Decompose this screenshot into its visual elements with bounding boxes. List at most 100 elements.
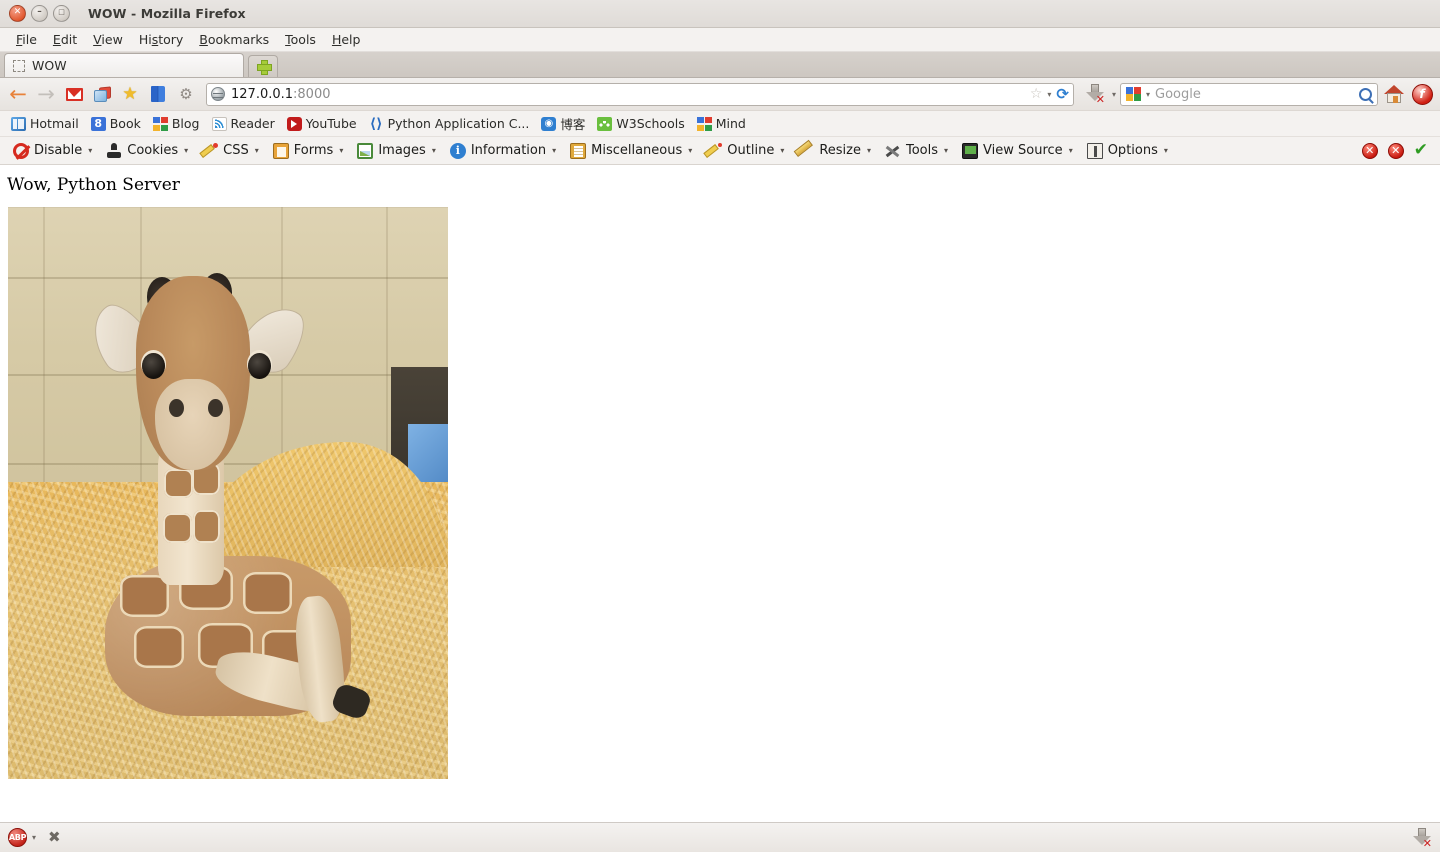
adblock-chevron-down-icon[interactable]: ▾	[32, 833, 36, 842]
settings-button[interactable]: ⚙	[174, 82, 198, 106]
view-source-icon	[962, 142, 979, 159]
devtool-forms[interactable]: Forms ▾	[266, 141, 351, 161]
hotmail-icon	[11, 116, 26, 131]
downloads-chevron-down-icon[interactable]: ▾	[1112, 90, 1116, 99]
close-window-button[interactable]: ✕	[9, 5, 26, 22]
adblock-plus-icon[interactable]: ABP	[8, 828, 27, 847]
menu-item-tools[interactable]: Tools	[277, 30, 324, 49]
search-engine-chevron-down-icon[interactable]: ▾	[1146, 90, 1150, 99]
devtool-images[interactable]: Images ▾	[350, 141, 443, 161]
bookmark-label: Book	[109, 116, 141, 131]
rss-reader-icon	[211, 116, 227, 131]
tab-wow[interactable]: WOW	[4, 53, 244, 77]
home-icon	[1384, 85, 1404, 103]
bookmark-blog-cn[interactable]: ◉ 博客	[536, 112, 590, 135]
bookmark-youtube[interactable]: YouTube	[282, 114, 362, 133]
search-bar[interactable]: ▾ Google	[1120, 82, 1378, 106]
gear-icon: ⚙	[179, 84, 193, 103]
devtool-miscellaneous[interactable]: Miscellaneous ▾	[563, 141, 699, 161]
devtool-label: CSS	[223, 143, 249, 158]
library-button[interactable]	[146, 82, 170, 106]
arrow-right-icon: →	[37, 81, 55, 106]
search-icon[interactable]	[1359, 87, 1372, 101]
chevron-down-icon[interactable]: ▾	[1047, 90, 1051, 99]
back-button[interactable]: ←	[6, 82, 30, 106]
devtool-tools[interactable]: Tools ▾	[878, 141, 955, 161]
forms-icon	[272, 142, 289, 159]
menu-item-view[interactable]: View	[85, 30, 131, 49]
menu-item-bookmarks[interactable]: Bookmarks	[191, 30, 277, 49]
bookmark-python-application[interactable]: ⟨⟩ Python Application C...	[364, 114, 535, 133]
bookmark-book[interactable]: 8 Book	[86, 114, 146, 133]
devtool-label: Resize	[819, 143, 861, 158]
devtool-status-group: ✕ ✕ ✔	[1361, 142, 1440, 159]
star-icon: ★	[122, 83, 138, 104]
home-button[interactable]	[1382, 82, 1406, 106]
mail-button[interactable]	[62, 82, 86, 106]
bookmark-hotmail[interactable]: Hotmail	[6, 114, 84, 133]
blog-cn-icon: ◉	[541, 116, 557, 131]
menu-item-edit[interactable]: Edit	[45, 30, 85, 49]
devtool-options[interactable]: Options ▾	[1080, 141, 1175, 161]
mail-icon	[65, 87, 83, 101]
bookmark-w3schools[interactable]: W3Schools	[592, 114, 689, 133]
page-title: Wow, Python Server	[7, 175, 180, 195]
bookmark-label: Blog	[171, 116, 200, 131]
google-blog-icon	[152, 116, 168, 131]
downloads-button[interactable]: ✕	[1082, 82, 1108, 106]
window-controls: ✕ – □	[9, 5, 70, 22]
chevron-down-icon: ▾	[88, 146, 93, 155]
css-error-icon[interactable]: ✕	[1387, 142, 1404, 159]
bookmark-mind[interactable]: Mind	[692, 114, 751, 133]
menu-file-rest: ile	[22, 32, 37, 47]
forward-button[interactable]: →	[34, 82, 58, 106]
devtool-label: Forms	[293, 143, 334, 158]
menu-item-help[interactable]: Help	[324, 30, 369, 49]
search-input[interactable]: Google	[1155, 87, 1354, 102]
page-content: Wow, Python Server	[0, 165, 1440, 822]
maximize-window-button[interactable]: □	[53, 5, 70, 22]
new-tab-button[interactable]	[248, 55, 278, 77]
css-icon	[202, 142, 219, 159]
book-icon	[151, 86, 165, 102]
devtool-label: Disable	[34, 143, 83, 158]
address-bar-actions: ☆ ▾ ⟳	[1030, 86, 1069, 102]
validation-ok-icon[interactable]: ✔	[1414, 142, 1428, 159]
html-error-icon[interactable]: ✕	[1361, 142, 1378, 159]
status-bar: ABP ▾ ✖ ✕	[0, 822, 1440, 852]
devtool-label: View Source	[983, 143, 1063, 158]
close-notification-icon[interactable]: ✖	[48, 830, 61, 845]
devtool-information[interactable]: i Information ▾	[443, 141, 563, 161]
rss-button[interactable]	[90, 82, 114, 106]
chevron-down-icon: ▾	[431, 146, 436, 155]
bookmark-star-button[interactable]: ★	[118, 82, 142, 106]
minimize-window-button[interactable]: –	[31, 5, 48, 22]
flash-button[interactable]: f	[1410, 82, 1434, 106]
address-bar[interactable]: 127.0.0.1:8000 ☆ ▾ ⟳	[206, 82, 1074, 106]
address-bar-value: 127.0.0.1:8000	[231, 86, 331, 102]
menu-item-history[interactable]: History	[131, 30, 191, 49]
devtool-resize[interactable]: Resize ▾	[791, 141, 878, 161]
devtool-view-source[interactable]: View Source ▾	[955, 141, 1080, 161]
devtool-disable[interactable]: Disable ▾	[6, 141, 99, 161]
status-download-button[interactable]: ✕	[1412, 827, 1432, 849]
options-icon	[1086, 142, 1103, 159]
devtool-css[interactable]: CSS ▾	[195, 141, 266, 161]
flash-icon: f	[1411, 83, 1433, 105]
chevron-down-icon: ▾	[339, 146, 344, 155]
devtool-cookies[interactable]: Cookies ▾	[99, 141, 195, 161]
cookies-icon	[106, 142, 122, 159]
chevron-down-icon: ▾	[552, 146, 557, 155]
giraffe-right-eye	[247, 352, 271, 380]
devtool-outline[interactable]: Outline ▾	[699, 141, 791, 161]
python-icon: ⟨⟩	[369, 115, 383, 132]
title-bar: ✕ – □ WOW - Mozilla Firefox	[0, 0, 1440, 28]
bookmark-reader[interactable]: Reader	[207, 114, 280, 133]
bookmark-blog[interactable]: Blog	[148, 114, 205, 133]
giraffe-photo[interactable]	[8, 207, 448, 779]
star-outline-icon[interactable]: ☆	[1030, 87, 1043, 101]
globe-icon	[211, 87, 225, 101]
menu-item-file[interactable]: File	[8, 30, 45, 49]
reload-icon[interactable]: ⟳	[1056, 86, 1069, 102]
devtool-label: Images	[378, 143, 426, 158]
